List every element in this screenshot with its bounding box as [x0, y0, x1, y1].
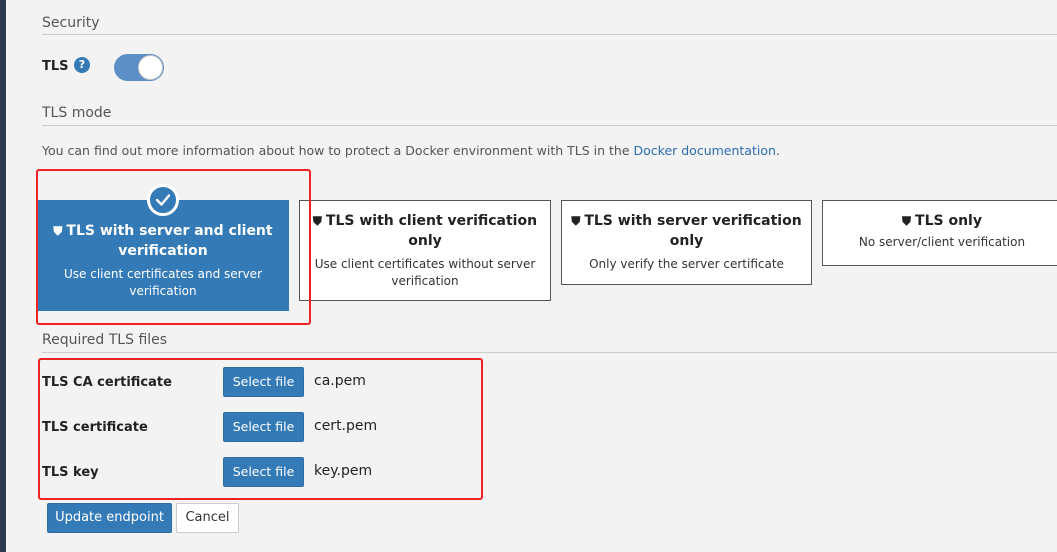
select-key-file-button[interactable]: Select file — [223, 457, 304, 487]
check-icon — [147, 184, 179, 216]
tls-mode-option-client-only[interactable]: ⛊ TLS with client verification only Use c… — [299, 200, 551, 301]
option-description: Use client certificates and server verif… — [64, 267, 262, 298]
option-title: ⛊ TLS with server and client verification — [46, 221, 280, 261]
key-filename: key.pem — [314, 463, 373, 479]
update-endpoint-button[interactable]: Update endpoint — [47, 503, 172, 533]
security-divider — [42, 34, 1057, 35]
shield-icon: ⛊ — [312, 214, 322, 228]
security-section-title: Security — [42, 15, 100, 31]
option-title-text: TLS with server verification only — [584, 213, 802, 249]
sidebar-edge — [0, 0, 6, 552]
tls-mode-option-server-client[interactable]: ⛊ TLS with server and client verification… — [37, 200, 289, 311]
tls-ca-certificate-label: TLS CA certificate — [42, 375, 172, 390]
tls-info-prefix: You can find out more information about … — [42, 143, 634, 158]
required-files-section-title: Required TLS files — [42, 332, 168, 348]
option-title-text: TLS only — [915, 213, 982, 229]
option-title: ⛊ TLS only — [831, 211, 1053, 231]
tls-mode-option-tls-only[interactable]: ⛊ TLS only No server/client verification — [822, 200, 1057, 266]
option-title: ⛊ TLS with server verification only — [570, 211, 803, 251]
cancel-button[interactable]: Cancel — [176, 503, 239, 533]
tls-label: TLS — [42, 59, 69, 74]
option-description: Only verify the server certificate — [589, 257, 784, 271]
tls-key-label: TLS key — [42, 465, 99, 480]
tls-info-text: You can find out more information about … — [42, 143, 780, 158]
required-files-divider — [42, 352, 1057, 353]
option-title-text: TLS with client verification only — [325, 213, 538, 249]
docker-documentation-link[interactable]: Docker documentation — [634, 143, 776, 158]
select-ca-file-button[interactable]: Select file — [223, 367, 304, 397]
ca-filename: ca.pem — [314, 373, 366, 389]
shield-icon: ⛊ — [571, 214, 581, 228]
tls-mode-section-title: TLS mode — [42, 105, 112, 121]
shield-icon: ⛊ — [53, 224, 63, 238]
tls-mode-option-server-only[interactable]: ⛊ TLS with server verification only Only … — [561, 200, 812, 285]
option-description: No server/client verification — [858, 235, 1026, 249]
help-icon[interactable]: ? — [74, 57, 90, 73]
tls-toggle[interactable] — [114, 54, 164, 81]
option-title-text: TLS with server and client verification — [66, 223, 273, 259]
select-cert-file-button[interactable]: Select file — [223, 412, 304, 442]
toggle-knob — [138, 55, 163, 80]
tls-certificate-label: TLS certificate — [42, 420, 148, 435]
cert-filename: cert.pem — [314, 418, 378, 434]
tls-mode-divider — [42, 125, 1057, 126]
shield-icon: ⛊ — [902, 214, 912, 228]
option-title: ⛊ TLS with client verification only — [308, 211, 542, 251]
option-description: Use client certificates without server v… — [314, 257, 536, 288]
tls-info-suffix: . — [775, 143, 780, 158]
